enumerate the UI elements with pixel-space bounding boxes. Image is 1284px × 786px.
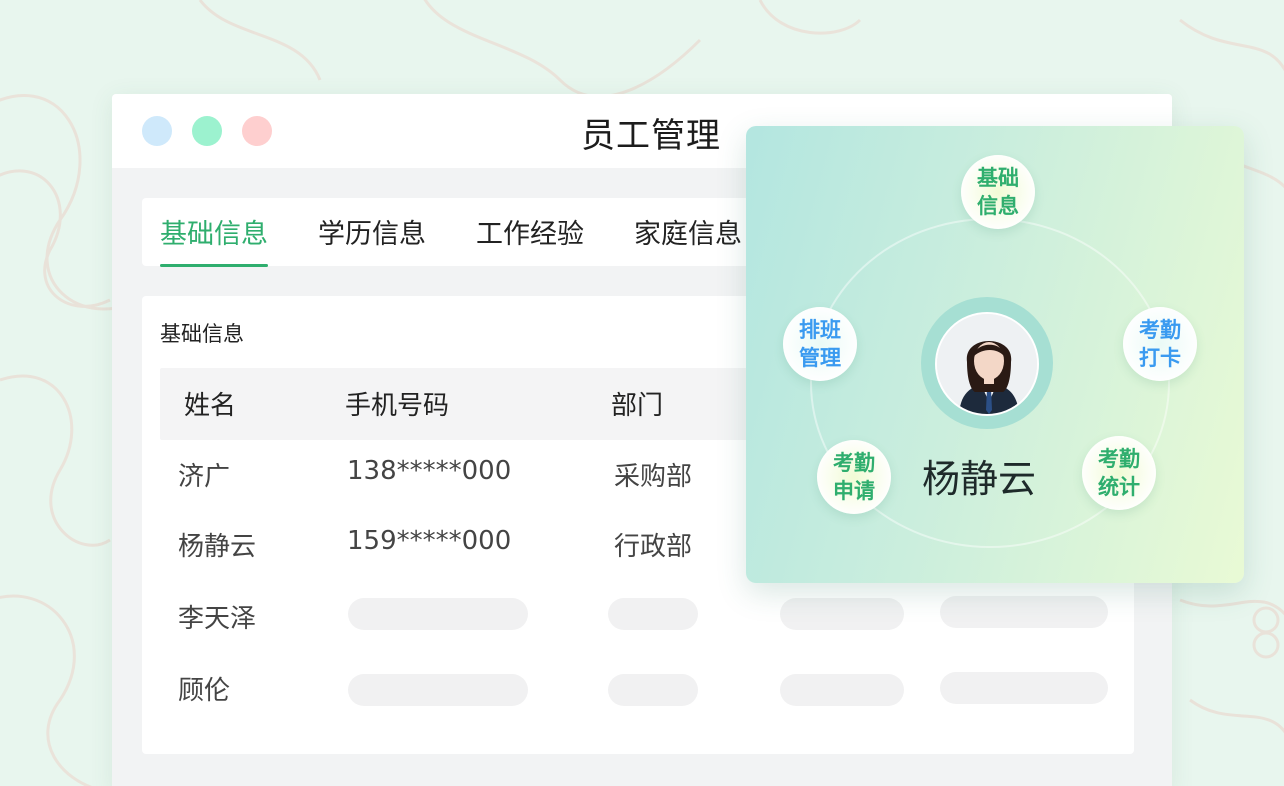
action-label: 考勤打卡 [1139, 318, 1181, 370]
column-header-phone: 手机号码 [345, 391, 450, 421]
column-header-name: 姓名 [184, 391, 237, 421]
tab-education-info[interactable]: 学历信息 [318, 212, 426, 251]
cell-phone: 159*****000 [347, 526, 512, 556]
placeholder-bar [780, 674, 904, 706]
placeholder-bar [608, 598, 698, 630]
tab-work-experience[interactable]: 工作经验 [476, 212, 584, 251]
cell-name: 杨静云 [178, 532, 257, 562]
action-label: 基础信息 [977, 166, 1019, 218]
cell-phone: 138*****000 [347, 456, 512, 486]
action-attendance-statistics[interactable]: 考勤统计 [1082, 436, 1156, 510]
cell-name: 顾伦 [178, 676, 231, 706]
action-label: 考勤统计 [1098, 447, 1140, 499]
placeholder-bar [608, 674, 698, 706]
cell-name: 李天泽 [178, 604, 257, 634]
cell-name: 济广 [178, 462, 231, 492]
cell-department: 采购部 [614, 462, 693, 492]
tab-family-info[interactable]: 家庭信息 [634, 212, 742, 251]
action-label: 考勤申请 [833, 451, 875, 503]
placeholder-bar [348, 598, 528, 630]
action-attendance-clock-in[interactable]: 考勤打卡 [1123, 307, 1197, 381]
placeholder-bar [348, 674, 528, 706]
person-portrait-icon [937, 314, 1037, 414]
placeholder-bar [940, 672, 1108, 704]
tab-basic-info[interactable]: 基础信息 [160, 212, 268, 251]
section-title: 基础信息 [160, 322, 244, 346]
active-tab-indicator [160, 264, 268, 267]
column-header-department: 部门 [611, 391, 664, 421]
cell-department: 行政部 [614, 532, 693, 562]
placeholder-bar [780, 598, 904, 630]
placeholder-bar [940, 596, 1108, 628]
action-label: 排班管理 [799, 318, 841, 370]
employee-name: 杨静云 [922, 457, 1037, 501]
employee-profile-card: 杨静云 基础信息 排班管理 考勤打卡 考勤申请 考勤统计 [746, 126, 1244, 583]
action-schedule-management[interactable]: 排班管理 [783, 307, 857, 381]
action-basic-info[interactable]: 基础信息 [961, 155, 1035, 229]
avatar[interactable] [935, 312, 1039, 416]
action-attendance-request[interactable]: 考勤申请 [817, 440, 891, 514]
